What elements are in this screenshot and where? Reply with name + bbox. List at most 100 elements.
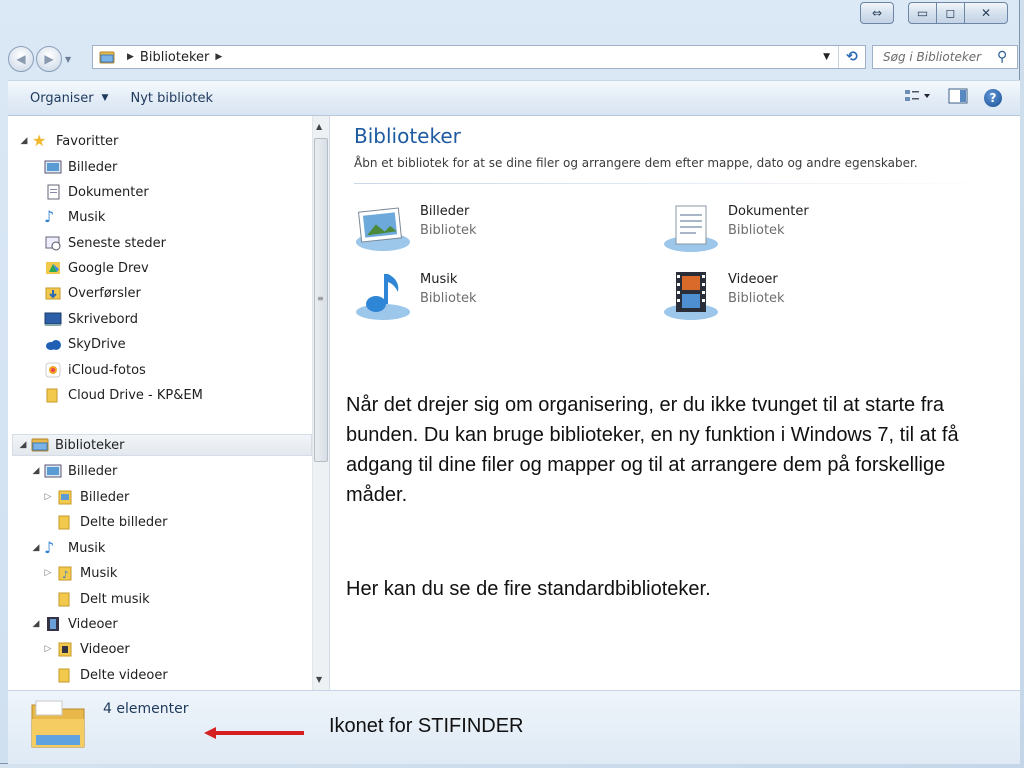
library-name: Musik bbox=[420, 272, 458, 287]
tree-item-downloads[interactable]: Overførsler bbox=[42, 282, 141, 304]
pictures-icon bbox=[44, 160, 62, 174]
organise-button[interactable]: Organiser ▼ bbox=[8, 91, 122, 106]
tree-item-label: Billeder bbox=[68, 159, 118, 175]
library-kind: Bibliotek bbox=[728, 223, 785, 238]
tree-item-icloud-photos[interactable]: iCloud-fotos bbox=[42, 359, 146, 381]
recent-pages-dropdown-icon[interactable]: ▼ bbox=[65, 55, 71, 64]
breadcrumb-separator-icon[interactable]: ▶ bbox=[127, 52, 134, 62]
tree-subitem-shared-music[interactable]: Delt musik bbox=[54, 588, 150, 610]
new-library-button[interactable]: Nyt bibliotek bbox=[122, 91, 227, 106]
library-item-pictures[interactable]: Billeder Bibliotek bbox=[354, 202, 477, 254]
music-folder-icon: ♪ bbox=[58, 566, 72, 581]
view-options-icon bbox=[905, 90, 930, 101]
library-kind: Bibliotek bbox=[728, 291, 785, 306]
expanded-triangle-icon[interactable]: ◢ bbox=[30, 543, 42, 553]
navigation-pane: ◢ ★ Favoritter Billeder Dokumenter ♪ Mus… bbox=[8, 116, 330, 690]
tree-item-label: Delt musik bbox=[80, 591, 150, 607]
collapsed-triangle-icon[interactable]: ▷ bbox=[42, 644, 54, 654]
expanded-triangle-icon[interactable]: ◢ bbox=[17, 440, 29, 450]
tree-item-label: Overførsler bbox=[68, 285, 141, 301]
svg-text:♪: ♪ bbox=[62, 570, 68, 581]
tree-subitem-my-videos[interactable]: ▷ Videoer bbox=[42, 638, 130, 660]
tree-subitem-my-music[interactable]: ▷ ♪ Musik bbox=[42, 562, 118, 584]
expanded-triangle-icon[interactable]: ◢ bbox=[30, 466, 42, 476]
refresh-icon[interactable]: ⟲ bbox=[838, 46, 865, 68]
tree-subitem-my-pictures[interactable]: ▷ Billeder bbox=[42, 486, 129, 508]
music-note-icon: ♪ bbox=[44, 207, 55, 226]
library-item-music[interactable]: Musik Bibliotek bbox=[354, 270, 477, 322]
tree-favorites[interactable]: ◢ ★ Favoritter bbox=[18, 130, 119, 152]
tree-item-skydrive[interactable]: SkyDrive bbox=[42, 333, 126, 355]
star-icon: ★ bbox=[32, 131, 47, 150]
tree-libraries[interactable]: ◢ Biblioteker bbox=[12, 434, 312, 456]
explanation-paragraph: Når det drejer sig om organisering, er d… bbox=[346, 394, 959, 506]
search-box[interactable]: ⚲ bbox=[872, 45, 1018, 69]
preview-pane-button[interactable] bbox=[948, 88, 968, 108]
back-button[interactable]: ◀ bbox=[8, 46, 34, 72]
skydrive-cloud-icon bbox=[46, 340, 61, 350]
minimize-button[interactable]: ▭ bbox=[908, 2, 936, 24]
tree-library-pictures[interactable]: ◢ Billeder bbox=[30, 460, 118, 482]
tree-item-music[interactable]: ♪ Musik bbox=[42, 206, 105, 228]
library-item-videos[interactable]: Videoer Bibliotek bbox=[662, 270, 785, 322]
collapsed-triangle-icon[interactable]: ▷ bbox=[42, 568, 54, 578]
explorer-icon-caption: Ikonet for STIFINDER bbox=[329, 715, 524, 737]
pictures-library-icon bbox=[356, 207, 410, 251]
address-dropdown-icon[interactable]: ▼ bbox=[815, 52, 838, 62]
search-icon[interactable]: ⚲ bbox=[997, 49, 1007, 65]
library-name: Videoer bbox=[728, 272, 778, 287]
folder-icon bbox=[58, 592, 70, 607]
tree-item-pictures[interactable]: Billeder bbox=[42, 156, 117, 178]
navigation-buttons: ◀ ▶ ▼ bbox=[8, 46, 71, 72]
document-icon bbox=[47, 184, 60, 200]
divider bbox=[354, 183, 1004, 184]
tree-favorites-label: Favoritter bbox=[56, 133, 119, 149]
maximize-button[interactable]: ◻ bbox=[936, 2, 964, 24]
change-view-button[interactable] bbox=[904, 89, 932, 107]
library-name: Billeder bbox=[420, 204, 470, 219]
scrollbar-grip-icon: ≡ bbox=[317, 294, 324, 303]
title-bar: ⇔ ▭ ◻ ✕ bbox=[0, 0, 1020, 40]
music-note-icon: ♪ bbox=[44, 538, 55, 557]
tree-item-google-drive[interactable]: Google Drev bbox=[42, 257, 149, 279]
caption-buttons: ⇔ ▭ ◻ ✕ bbox=[860, 2, 1008, 24]
library-item-documents[interactable]: Dokumenter Bibliotek bbox=[662, 202, 809, 254]
collapsed-triangle-icon[interactable]: ▷ bbox=[42, 492, 54, 502]
tree-library-music[interactable]: ◢ ♪ Musik bbox=[30, 537, 106, 559]
search-input[interactable] bbox=[881, 49, 995, 65]
scroll-down-icon[interactable]: ▼ bbox=[316, 675, 322, 684]
tree-item-label: Cloud Drive - KP&EM bbox=[68, 387, 203, 403]
close-button[interactable]: ✕ bbox=[964, 2, 1008, 24]
forward-arrow-icon: ▶ bbox=[44, 52, 54, 66]
breadcrumb-libraries[interactable]: Biblioteker bbox=[140, 50, 209, 65]
libraries-icon bbox=[99, 51, 115, 64]
icloud-photos-icon bbox=[45, 362, 61, 378]
standard-libraries-note: Her kan du se de fire standardbiblioteke… bbox=[346, 578, 711, 600]
page-subtitle: Åbn et bibliotek for at se dine filer og… bbox=[354, 156, 918, 170]
tree-item-cloud-drive[interactable]: Cloud Drive - KP&EM bbox=[42, 384, 203, 406]
swap-icon[interactable]: ⇔ bbox=[860, 2, 894, 24]
breadcrumb-separator-icon[interactable]: ▶ bbox=[215, 52, 222, 62]
status-bar: 4 elementer Ikonet for STIFINDER bbox=[8, 690, 1020, 764]
address-bar[interactable]: ▶ Biblioteker ▶ ▼ ⟲ bbox=[92, 45, 866, 69]
libraries-icon bbox=[31, 438, 49, 452]
navigation-scrollbar[interactable]: ▲ ≡ ▼ bbox=[312, 116, 329, 690]
tree-item-documents[interactable]: Dokumenter bbox=[42, 181, 149, 203]
tree-item-label: Billeder bbox=[68, 463, 118, 479]
tree-item-desktop[interactable]: Skrivebord bbox=[42, 308, 138, 330]
tree-subitem-shared-pictures[interactable]: Delte billeder bbox=[54, 511, 168, 533]
downloads-folder-icon bbox=[45, 287, 61, 300]
help-icon[interactable]: ? bbox=[984, 89, 1002, 107]
forward-button[interactable]: ▶ bbox=[36, 46, 62, 72]
command-bar: Organiser ▼ Nyt bibliotek ? bbox=[8, 80, 1020, 116]
view-controls: ? bbox=[888, 88, 1020, 108]
expanded-triangle-icon[interactable]: ◢ bbox=[30, 619, 42, 629]
tree-library-videos[interactable]: ◢ Videoer bbox=[30, 613, 118, 635]
tree-subitem-shared-videos[interactable]: Delte videoer bbox=[54, 664, 168, 686]
tree-item-label: Musik bbox=[68, 209, 106, 225]
chevron-down-icon: ▼ bbox=[101, 93, 109, 103]
expanded-triangle-icon[interactable]: ◢ bbox=[18, 136, 30, 146]
scroll-up-icon[interactable]: ▲ bbox=[316, 122, 322, 131]
tree-item-recent-places[interactable]: Seneste steder bbox=[42, 232, 166, 254]
music-library-icon bbox=[356, 274, 410, 320]
